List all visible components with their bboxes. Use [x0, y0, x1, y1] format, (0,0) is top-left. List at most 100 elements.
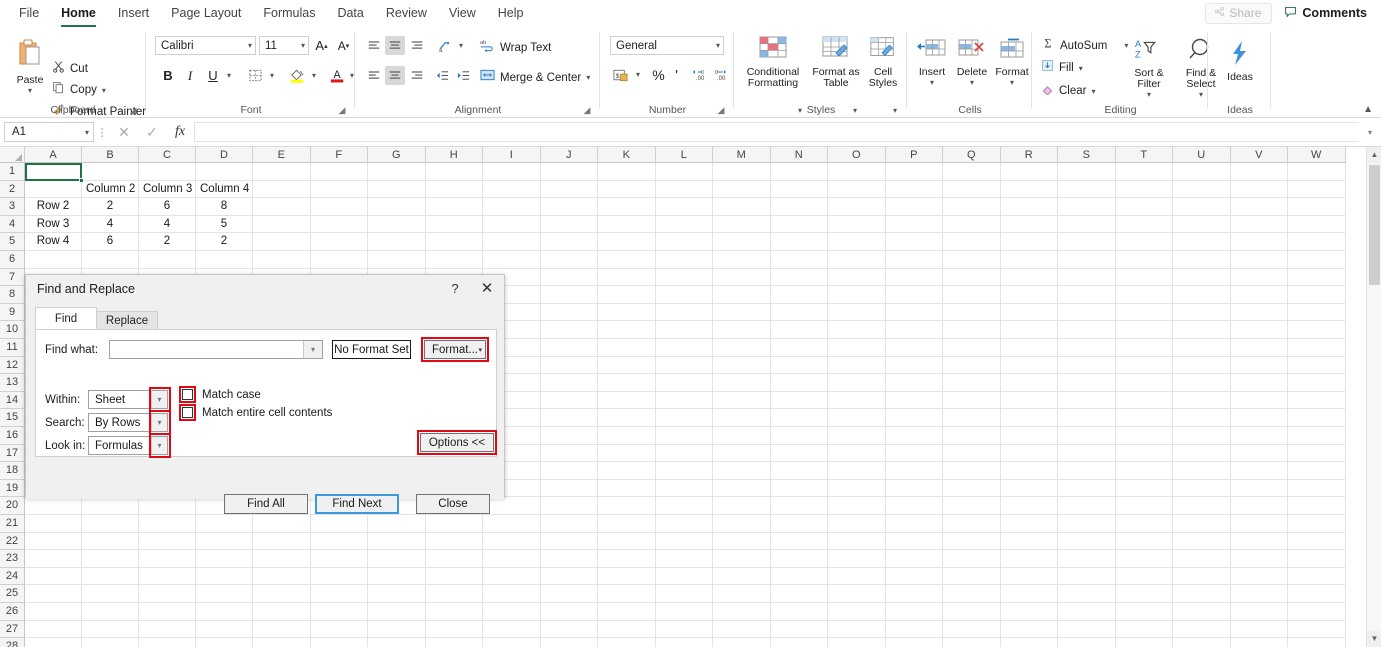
delete-cells-button[interactable]: Delete ▾: [952, 38, 992, 87]
orientation-button[interactable]: a: [435, 36, 455, 55]
grid-cell-J2[interactable]: [541, 181, 599, 199]
number-format-combo[interactable]: General ▾: [610, 36, 724, 55]
grid-cell-J10[interactable]: [541, 321, 599, 339]
grid-cell-F21[interactable]: [311, 515, 369, 533]
grid-cell-L6[interactable]: [656, 251, 714, 269]
grid-cell-S23[interactable]: [1058, 550, 1116, 568]
grid-cell-W8[interactable]: [1288, 286, 1346, 304]
insert-function-icon[interactable]: fx: [166, 124, 194, 140]
grid-cell-S15[interactable]: [1058, 409, 1116, 427]
grid-cell-U13[interactable]: [1173, 374, 1231, 392]
grid-cell-E2[interactable]: [253, 181, 311, 199]
grid-cell-U8[interactable]: [1173, 286, 1231, 304]
grid-cell-S2[interactable]: [1058, 181, 1116, 199]
grid-cell-O9[interactable]: [828, 304, 886, 322]
grid-cell-K27[interactable]: [598, 621, 656, 639]
grid-cell-H22[interactable]: [426, 533, 484, 551]
column-header-R[interactable]: R: [1001, 147, 1059, 163]
grid-cell-B5[interactable]: 6: [82, 233, 139, 251]
increase-indent-button[interactable]: [453, 66, 473, 85]
grid-cell-D1[interactable]: [196, 163, 253, 181]
row-header-18[interactable]: 18: [0, 462, 25, 480]
grid-cell-Q24[interactable]: [943, 568, 1001, 586]
grid-cell-U12[interactable]: [1173, 357, 1231, 375]
grid-cell-Q1[interactable]: [943, 163, 1001, 181]
row-header-24[interactable]: 24: [0, 568, 25, 586]
row-header-25[interactable]: 25: [0, 585, 25, 603]
grid-cell-K25[interactable]: [598, 585, 656, 603]
grid-cell-U14[interactable]: [1173, 392, 1231, 410]
within-select[interactable]: Sheet ▾: [88, 390, 168, 409]
grid-cell-Q22[interactable]: [943, 533, 1001, 551]
grid-cell-K2[interactable]: [598, 181, 656, 199]
find-what-input[interactable]: ▾: [109, 340, 323, 359]
grid-cell-K12[interactable]: [598, 357, 656, 375]
grid-cell-P7[interactable]: [886, 269, 944, 287]
grid-cell-D27[interactable]: [196, 621, 253, 639]
grid-cell-S21[interactable]: [1058, 515, 1116, 533]
grid-cell-M23[interactable]: [713, 550, 771, 568]
grid-cell-Q18[interactable]: [943, 462, 1001, 480]
insert-cells-button[interactable]: Insert ▾: [913, 38, 951, 87]
grid-cell-I1[interactable]: [483, 163, 541, 181]
grid-cell-J24[interactable]: [541, 568, 599, 586]
cut-button[interactable]: Cut: [52, 60, 88, 78]
grid-cell-G28[interactable]: [368, 638, 426, 647]
grid-cell-N12[interactable]: [771, 357, 829, 375]
grid-cell-L17[interactable]: [656, 445, 714, 463]
grid-cell-K1[interactable]: [598, 163, 656, 181]
grid-cell-Q26[interactable]: [943, 603, 1001, 621]
grid-cell-U9[interactable]: [1173, 304, 1231, 322]
grid-cell-G21[interactable]: [368, 515, 426, 533]
row-header-26[interactable]: 26: [0, 603, 25, 621]
find-all-button[interactable]: Find All: [224, 494, 308, 514]
grid-cell-J13[interactable]: [541, 374, 599, 392]
grid-cell-R13[interactable]: [1001, 374, 1059, 392]
grid-cell-T15[interactable]: [1116, 409, 1174, 427]
grid-cell-A23[interactable]: [25, 550, 82, 568]
align-right-button[interactable]: [407, 66, 427, 85]
grid-cell-P23[interactable]: [886, 550, 944, 568]
column-header-L[interactable]: L: [656, 147, 714, 163]
ribbon-tab-help[interactable]: Help: [487, 2, 535, 25]
grid-cell-T5[interactable]: [1116, 233, 1174, 251]
grid-cell-Q7[interactable]: [943, 269, 1001, 287]
grid-cell-M20[interactable]: [713, 497, 771, 515]
grid-cell-V9[interactable]: [1231, 304, 1289, 322]
clipboard-dialog-launcher[interactable]: ◢: [128, 105, 138, 115]
autosum-button[interactable]: Σ AutoSum ▾: [1041, 36, 1128, 55]
column-header-G[interactable]: G: [368, 147, 426, 163]
grid-cell-Q13[interactable]: [943, 374, 1001, 392]
grid-cell-H6[interactable]: [426, 251, 484, 269]
row-header-28[interactable]: 28: [0, 638, 25, 647]
grid-cell-O19[interactable]: [828, 480, 886, 498]
grid-cell-E26[interactable]: [253, 603, 311, 621]
grid-cell-J9[interactable]: [541, 304, 599, 322]
grid-cell-C6[interactable]: [139, 251, 196, 269]
grid-cell-J14[interactable]: [541, 392, 599, 410]
row-header-4[interactable]: 4: [0, 216, 25, 234]
grid-cell-H4[interactable]: [426, 216, 484, 234]
grid-cell-J8[interactable]: [541, 286, 599, 304]
grid-cell-M25[interactable]: [713, 585, 771, 603]
grid-cell-O7[interactable]: [828, 269, 886, 287]
grid-cell-R28[interactable]: [1001, 638, 1059, 647]
grid-cell-L12[interactable]: [656, 357, 714, 375]
grid-cell-J28[interactable]: [541, 638, 599, 647]
grid-cell-J20[interactable]: [541, 497, 599, 515]
grid-cell-T24[interactable]: [1116, 568, 1174, 586]
grid-cell-G23[interactable]: [368, 550, 426, 568]
grid-cell-E3[interactable]: [253, 198, 311, 216]
grid-cell-R6[interactable]: [1001, 251, 1059, 269]
grid-cell-G6[interactable]: [368, 251, 426, 269]
tab-replace[interactable]: Replace: [96, 311, 158, 329]
column-header-N[interactable]: N: [771, 147, 829, 163]
grid-cell-I5[interactable]: [483, 233, 541, 251]
grid-cell-C2[interactable]: Column 3: [139, 181, 196, 199]
grid-cell-N2[interactable]: [771, 181, 829, 199]
row-header-16[interactable]: 16: [0, 427, 25, 445]
grid-cell-C26[interactable]: [139, 603, 196, 621]
grid-cell-J5[interactable]: [541, 233, 599, 251]
grid-cell-A21[interactable]: [25, 515, 82, 533]
ribbon-tab-view[interactable]: View: [438, 2, 487, 25]
